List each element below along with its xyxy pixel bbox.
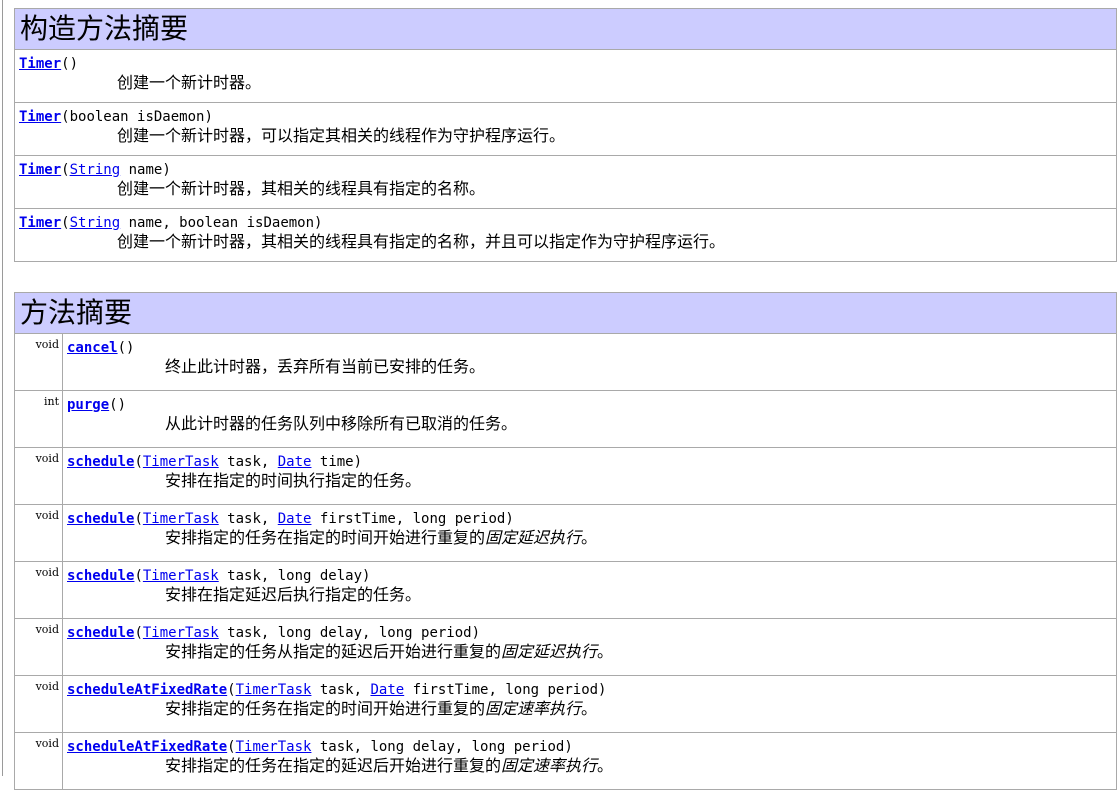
- schedule-method-link[interactable]: schedule: [67, 511, 134, 527]
- emphasis-text: 固定延迟执行: [501, 642, 598, 661]
- date-type-link[interactable]: Date: [278, 511, 312, 527]
- table-row: void scheduleAtFixedRate(TimerTask task,…: [14, 675, 1117, 733]
- string-type-link[interactable]: String: [70, 162, 121, 178]
- schedule-method-link[interactable]: schedule: [67, 568, 134, 584]
- table-row: Timer() 创建一个新计时器。: [14, 49, 1117, 103]
- timer-constructor-link[interactable]: Timer: [19, 162, 61, 178]
- timertask-type-link[interactable]: TimerTask: [143, 511, 219, 527]
- table-row: void schedule(TimerTask task, Date time)…: [14, 447, 1117, 505]
- timertask-type-link[interactable]: TimerTask: [236, 682, 312, 698]
- table-row: Timer(String name, boolean isDaemon) 创建一…: [14, 208, 1117, 262]
- constructor-summary-table: 构造方法摘要 Timer() 创建一个新计时器。 Timer(boolean i…: [14, 8, 1117, 262]
- table-row: int purge() 从此计时器的任务队列中移除所有已取消的任务。: [14, 390, 1117, 448]
- return-type: void: [14, 675, 63, 733]
- constructor-description: 创建一个新计时器。: [117, 73, 262, 92]
- schedule-method-link[interactable]: schedule: [67, 454, 134, 470]
- method-description: 从此计时器的任务队列中移除所有已取消的任务。: [165, 414, 518, 433]
- method-description: 安排指定的任务在指定的延迟后开始进行重复的固定速率执行。: [165, 756, 614, 775]
- table-row: Timer(boolean isDaemon) 创建一个新计时器，可以指定其相关…: [14, 102, 1117, 156]
- page-left-border: [2, 0, 3, 776]
- method-description: 终止此计时器，丢弃所有当前已安排的任务。: [165, 357, 486, 376]
- timertask-type-link[interactable]: TimerTask: [236, 739, 312, 755]
- table-row: void schedule(TimerTask task, long delay…: [14, 561, 1117, 619]
- emphasis-text: 固定速率执行: [501, 756, 598, 775]
- table-row: void schedule(TimerTask task, Date first…: [14, 504, 1117, 562]
- timertask-type-link[interactable]: TimerTask: [143, 625, 219, 641]
- return-type: void: [14, 447, 63, 505]
- timertask-type-link[interactable]: TimerTask: [143, 568, 219, 584]
- return-type: void: [14, 504, 63, 562]
- return-type: void: [14, 333, 63, 391]
- constructor-description: 创建一个新计时器，其相关的线程具有指定的名称，并且可以指定作为守护程序运行。: [117, 232, 726, 251]
- return-type: void: [14, 618, 63, 676]
- purge-method-link[interactable]: purge: [67, 397, 109, 413]
- constructor-summary-title: 构造方法摘要: [14, 8, 1117, 50]
- timer-constructor-link[interactable]: Timer: [19, 109, 61, 125]
- schedule-method-link[interactable]: schedule: [67, 625, 134, 641]
- timer-constructor-link[interactable]: Timer: [19, 215, 61, 231]
- method-summary-title: 方法摘要: [14, 292, 1117, 334]
- method-description: 安排指定的任务在指定的时间开始进行重复的固定速率执行。: [165, 699, 598, 718]
- return-type: int: [14, 390, 63, 448]
- return-type: void: [14, 732, 63, 790]
- method-summary-table: 方法摘要 void cancel() 终止此计时器，丢弃所有当前已安排的任务。 …: [14, 292, 1117, 790]
- constructor-description: 创建一个新计时器，其相关的线程具有指定的名称。: [117, 179, 486, 198]
- date-type-link[interactable]: Date: [370, 682, 404, 698]
- schedule-at-fixed-rate-method-link[interactable]: scheduleAtFixedRate: [67, 682, 227, 698]
- string-type-link[interactable]: String: [70, 215, 121, 231]
- method-description: 安排在指定的时间执行指定的任务。: [165, 471, 422, 490]
- table-row: void cancel() 终止此计时器，丢弃所有当前已安排的任务。: [14, 333, 1117, 391]
- emphasis-text: 固定速率执行: [485, 699, 582, 718]
- table-row: void schedule(TimerTask task, long delay…: [14, 618, 1117, 676]
- method-description: 安排指定的任务从指定的延迟后开始进行重复的固定延迟执行。: [165, 642, 614, 661]
- table-row: Timer(String name) 创建一个新计时器，其相关的线程具有指定的名…: [14, 155, 1117, 209]
- method-description: 安排指定的任务在指定的时间开始进行重复的固定延迟执行。: [165, 528, 598, 547]
- emphasis-text: 固定延迟执行: [485, 528, 582, 547]
- return-type: void: [14, 561, 63, 619]
- date-type-link[interactable]: Date: [278, 454, 312, 470]
- schedule-at-fixed-rate-method-link[interactable]: scheduleAtFixedRate: [67, 739, 227, 755]
- method-description: 安排在指定延迟后执行指定的任务。: [165, 585, 422, 604]
- table-row: void scheduleAtFixedRate(TimerTask task,…: [14, 732, 1117, 790]
- constructor-description: 创建一个新计时器，可以指定其相关的线程作为守护程序运行。: [117, 126, 566, 145]
- timer-constructor-link[interactable]: Timer: [19, 56, 61, 72]
- timertask-type-link[interactable]: TimerTask: [143, 454, 219, 470]
- cancel-method-link[interactable]: cancel: [67, 340, 118, 356]
